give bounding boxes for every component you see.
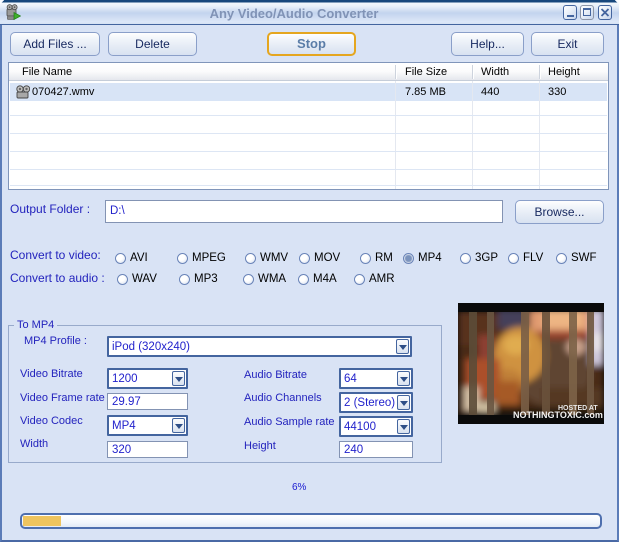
svg-text:NOTHINGTOXIC.com: NOTHINGTOXIC.com bbox=[513, 410, 603, 420]
